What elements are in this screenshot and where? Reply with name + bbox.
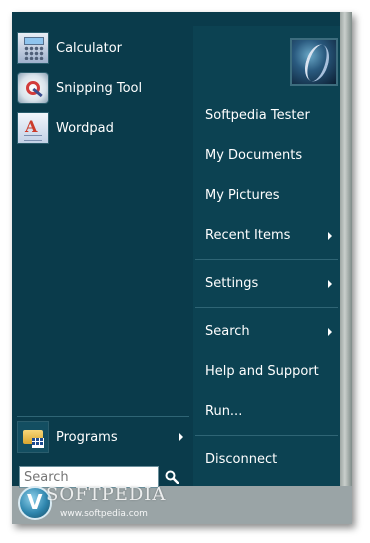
softpedia-watermark: SOFTPEDIA ™ www.softpedia.com bbox=[18, 484, 165, 524]
calculator-icon bbox=[17, 32, 49, 64]
divider bbox=[17, 416, 189, 417]
settings-label: Settings bbox=[205, 276, 259, 291]
snipping-tool-icon bbox=[17, 72, 49, 104]
chevron-right-icon bbox=[328, 328, 332, 336]
pinned-item-snipping-tool[interactable]: Snipping Tool bbox=[17, 70, 187, 106]
pinned-item-calculator[interactable]: Calculator bbox=[17, 30, 187, 66]
programs-button[interactable]: Programs bbox=[17, 419, 189, 455]
pinned-item-label: Calculator bbox=[56, 40, 123, 56]
watermark-trademark: ™ bbox=[146, 484, 153, 492]
chevron-right-icon bbox=[328, 280, 332, 288]
programs-folder-icon bbox=[17, 421, 49, 453]
search-icon[interactable] bbox=[165, 470, 179, 484]
chevron-right-icon bbox=[179, 433, 183, 441]
watermark-url: www.softpedia.com bbox=[60, 509, 148, 519]
divider bbox=[195, 259, 338, 260]
pinned-item-wordpad[interactable]: Wordpad bbox=[17, 110, 187, 146]
desktop-background bbox=[340, 12, 352, 486]
disconnect-button[interactable]: Disconnect bbox=[205, 450, 335, 470]
run-link[interactable]: Run... bbox=[205, 402, 335, 422]
divider bbox=[195, 435, 338, 436]
divider bbox=[195, 307, 338, 308]
right-pane: Softpedia Tester My Documents My Picture… bbox=[193, 26, 340, 486]
my-documents-link[interactable]: My Documents bbox=[205, 146, 335, 166]
programs-label: Programs bbox=[56, 429, 118, 445]
pinned-item-label: Snipping Tool bbox=[56, 80, 143, 96]
search-label: Search bbox=[205, 324, 250, 339]
search-link[interactable]: Search bbox=[205, 322, 335, 342]
chevron-right-icon bbox=[328, 232, 332, 240]
user-name-link[interactable]: Softpedia Tester bbox=[205, 106, 335, 126]
wordpad-icon bbox=[17, 112, 49, 144]
help-and-support-link[interactable]: Help and Support bbox=[205, 362, 335, 382]
recent-items-label: Recent Items bbox=[205, 228, 291, 243]
left-pane: Calculator Snipping Tool Wordpad Program… bbox=[12, 26, 190, 488]
recent-items-link[interactable]: Recent Items bbox=[205, 226, 335, 246]
pinned-item-label: Wordpad bbox=[56, 120, 114, 136]
start-menu: Calculator Snipping Tool Wordpad Program… bbox=[12, 12, 340, 488]
my-pictures-link[interactable]: My Pictures bbox=[205, 186, 335, 206]
settings-link[interactable]: Settings bbox=[205, 274, 335, 294]
user-avatar[interactable] bbox=[290, 38, 338, 86]
